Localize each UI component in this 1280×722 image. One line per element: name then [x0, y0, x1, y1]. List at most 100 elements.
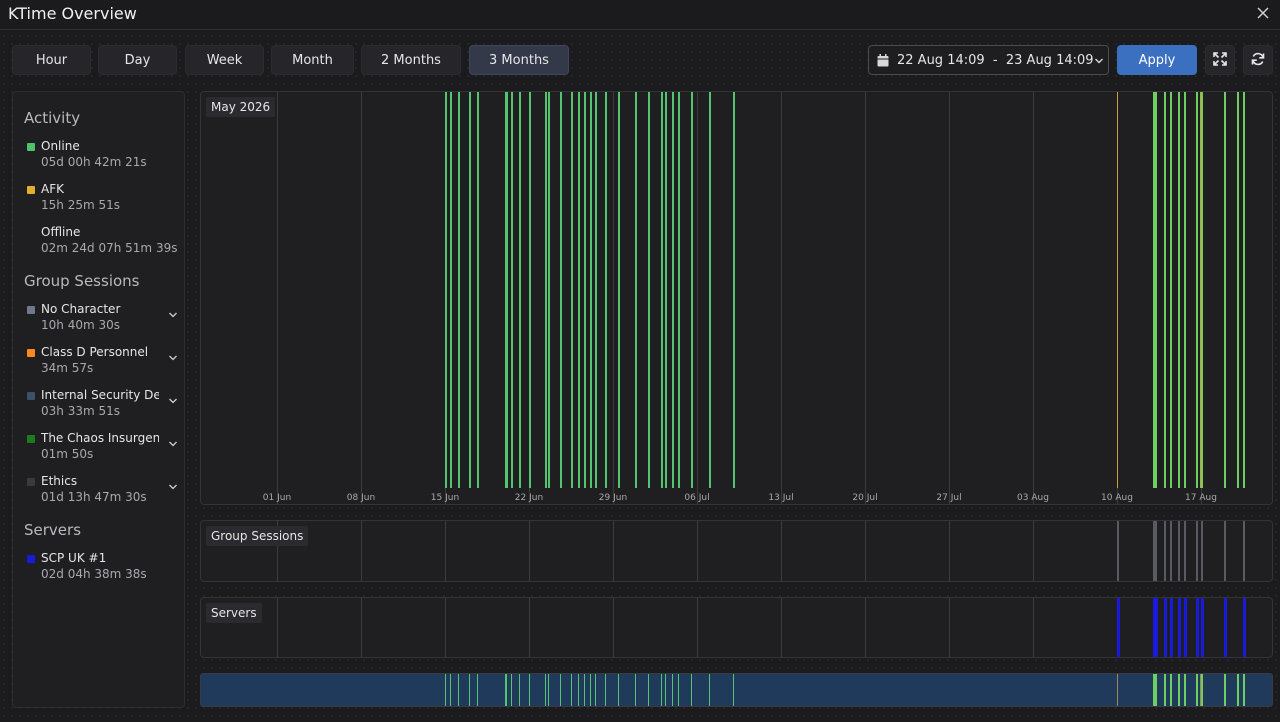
session-bar[interactable]	[647, 674, 649, 706]
session-bar[interactable]	[671, 92, 674, 488]
session-bar[interactable]	[590, 674, 592, 706]
date-range-select[interactable]: 22 Aug 14:09 - 23 Aug 14:09	[868, 45, 1109, 75]
activity-timeline[interactable]: May 2026 01 Jun 08 Jun 15 Jun 22 Jun 29 Jun 0…	[200, 91, 1273, 505]
session-bar[interactable]	[661, 92, 663, 488]
session-bar[interactable]	[1199, 92, 1201, 488]
session-bar[interactable]	[677, 674, 679, 706]
session-bar[interactable]	[1155, 92, 1158, 488]
session-bar[interactable]	[571, 674, 572, 706]
session-bar[interactable]	[1163, 674, 1166, 706]
session-bar[interactable]	[1169, 598, 1173, 657]
session-bar[interactable]	[1169, 521, 1172, 581]
session-bar[interactable]	[560, 674, 562, 706]
refresh-button[interactable]	[1243, 45, 1273, 75]
session-bar[interactable]	[590, 92, 593, 488]
session-bar[interactable]	[1178, 598, 1182, 657]
session-bar[interactable]	[449, 92, 452, 488]
session-bar[interactable]	[1243, 521, 1245, 581]
session-bar[interactable]	[1184, 598, 1188, 657]
session-bar[interactable]	[634, 92, 637, 488]
session-bar[interactable]	[529, 674, 530, 706]
session-bar[interactable]	[1117, 521, 1119, 581]
session-bar[interactable]	[709, 92, 711, 488]
session-bar[interactable]	[1117, 674, 1118, 706]
session-bar[interactable]	[1237, 674, 1239, 706]
session-bar[interactable]	[477, 674, 479, 706]
session-bar[interactable]	[584, 674, 586, 706]
chevron-down-icon[interactable]	[168, 391, 178, 404]
session-bar[interactable]	[1178, 92, 1181, 488]
session-bar[interactable]	[1169, 92, 1172, 488]
session-bar[interactable]	[634, 674, 636, 706]
session-bar[interactable]	[511, 92, 513, 488]
session-bar[interactable]	[511, 674, 512, 706]
session-bar[interactable]	[604, 92, 607, 488]
session-bar[interactable]	[691, 674, 692, 706]
session-bar[interactable]	[1237, 92, 1239, 488]
session-bar[interactable]	[604, 674, 606, 706]
range-2months-button[interactable]: 2 Months	[361, 45, 461, 75]
session-bar[interactable]	[548, 674, 550, 706]
session-bar[interactable]	[1199, 674, 1201, 706]
range-day-button[interactable]: Day	[98, 45, 177, 75]
chevron-down-icon[interactable]	[168, 434, 178, 447]
session-bar[interactable]	[469, 92, 471, 488]
session-bar[interactable]	[519, 674, 521, 706]
session-bar[interactable]	[1117, 92, 1118, 488]
session-bar[interactable]	[548, 92, 551, 488]
session-bar[interactable]	[571, 92, 573, 488]
session-bar[interactable]	[560, 92, 563, 488]
session-bar[interactable]	[1163, 92, 1166, 488]
session-bar[interactable]	[578, 674, 580, 706]
session-bar[interactable]	[691, 92, 693, 488]
session-bar[interactable]	[664, 674, 666, 706]
session-bar[interactable]	[1163, 521, 1166, 581]
session-bar[interactable]	[1223, 92, 1226, 488]
session-bar[interactable]	[617, 92, 620, 488]
group-sessions-timeline[interactable]: Group Sessions	[200, 520, 1273, 582]
session-bar[interactable]	[1201, 92, 1203, 488]
session-bar[interactable]	[617, 674, 619, 706]
session-bar[interactable]	[1201, 598, 1204, 657]
session-bar[interactable]	[1223, 598, 1227, 657]
session-bar[interactable]	[458, 674, 460, 706]
timeline-navigator[interactable]	[200, 673, 1273, 707]
session-bar[interactable]	[1223, 674, 1226, 706]
session-bar[interactable]	[1243, 92, 1245, 488]
session-bar[interactable]	[1155, 598, 1159, 657]
session-bar[interactable]	[1117, 598, 1120, 657]
session-bar[interactable]	[506, 674, 508, 706]
session-bar[interactable]	[1184, 674, 1187, 706]
session-bar[interactable]	[1169, 674, 1172, 706]
session-bar[interactable]	[1163, 598, 1167, 657]
session-bar[interactable]	[1155, 674, 1158, 706]
chevron-down-icon[interactable]	[168, 305, 178, 318]
session-bar[interactable]	[1184, 521, 1187, 581]
session-bar[interactable]	[733, 674, 734, 706]
session-bar[interactable]	[578, 92, 581, 488]
session-bar[interactable]	[584, 92, 587, 488]
session-bar[interactable]	[1178, 674, 1181, 706]
session-bar[interactable]	[477, 92, 480, 488]
session-bar[interactable]	[661, 674, 662, 706]
session-bar[interactable]	[1243, 598, 1246, 657]
session-bar[interactable]	[1243, 674, 1245, 706]
session-bar[interactable]	[458, 92, 461, 488]
chevron-down-icon[interactable]	[168, 477, 178, 490]
range-3months-button[interactable]: 3 Months	[469, 45, 569, 75]
session-bar[interactable]	[544, 92, 547, 488]
range-hour-button[interactable]: Hour	[12, 45, 91, 75]
session-bar[interactable]	[733, 92, 735, 488]
session-bar[interactable]	[519, 92, 522, 488]
session-bar[interactable]	[709, 674, 710, 706]
session-bar[interactable]	[1196, 598, 1200, 657]
session-bar[interactable]	[1201, 674, 1203, 706]
range-month-button[interactable]: Month	[271, 45, 354, 75]
close-icon[interactable]	[1256, 6, 1270, 20]
session-bar[interactable]	[595, 92, 597, 488]
session-bar[interactable]	[677, 92, 680, 488]
range-week-button[interactable]: Week	[185, 45, 264, 75]
session-bar[interactable]	[1223, 521, 1226, 581]
session-bar[interactable]	[544, 674, 546, 706]
session-bar[interactable]	[1196, 674, 1199, 706]
